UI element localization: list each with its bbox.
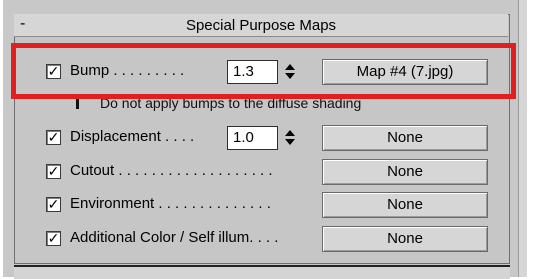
displacement-amount-field[interactable]: 1.0: [227, 126, 278, 150]
cutout-label: Cutout . . . . . . . . . . . . . . . . .…: [70, 162, 273, 179]
displacement-row: ✓ Displacement . . . . 1.0 None: [30, 125, 490, 152]
cutout-checkbox[interactable]: ✓: [46, 163, 61, 179]
displacement-map-button[interactable]: None: [322, 125, 488, 151]
environment-map-button[interactable]: None: [322, 192, 488, 218]
check-icon: ✓: [47, 129, 60, 145]
additional-color-map-button[interactable]: None: [322, 226, 488, 252]
displacement-label: Displacement . . . .: [70, 128, 195, 145]
check-icon: ✓: [47, 230, 60, 246]
additional-color-row: ✓ Additional Color / Self illum. . . . N…: [30, 226, 490, 253]
cutout-map-button[interactable]: None: [322, 159, 488, 185]
environment-checkbox[interactable]: ✓: [46, 196, 61, 212]
environment-row: ✓ Environment . . . . . . . . . . . . . …: [30, 192, 490, 219]
displacement-checkbox[interactable]: ✓: [46, 129, 61, 145]
environment-label: Environment . . . . . . . . . . . . . .: [70, 195, 271, 212]
rollout-header[interactable]: - Special Purpose Maps: [14, 14, 508, 37]
window-scrollbar[interactable]: [518, 0, 527, 277]
additional-color-label: Additional Color / Self illum. . . .: [70, 229, 279, 246]
rollout-title: Special Purpose Maps: [185, 17, 337, 34]
check-icon: ✓: [47, 196, 60, 212]
displacement-amount-spinner[interactable]: [282, 126, 298, 148]
highlight-box: [11, 43, 516, 99]
displacement-amount-value: 1.0: [233, 129, 254, 146]
spin-down-icon[interactable]: [285, 139, 295, 145]
additional-color-checkbox[interactable]: ✓: [46, 230, 61, 246]
check-icon: ✓: [47, 163, 60, 179]
cutout-row: ✓ Cutout . . . . . . . . . . . . . . . .…: [30, 159, 490, 186]
spin-up-icon[interactable]: [285, 130, 295, 136]
